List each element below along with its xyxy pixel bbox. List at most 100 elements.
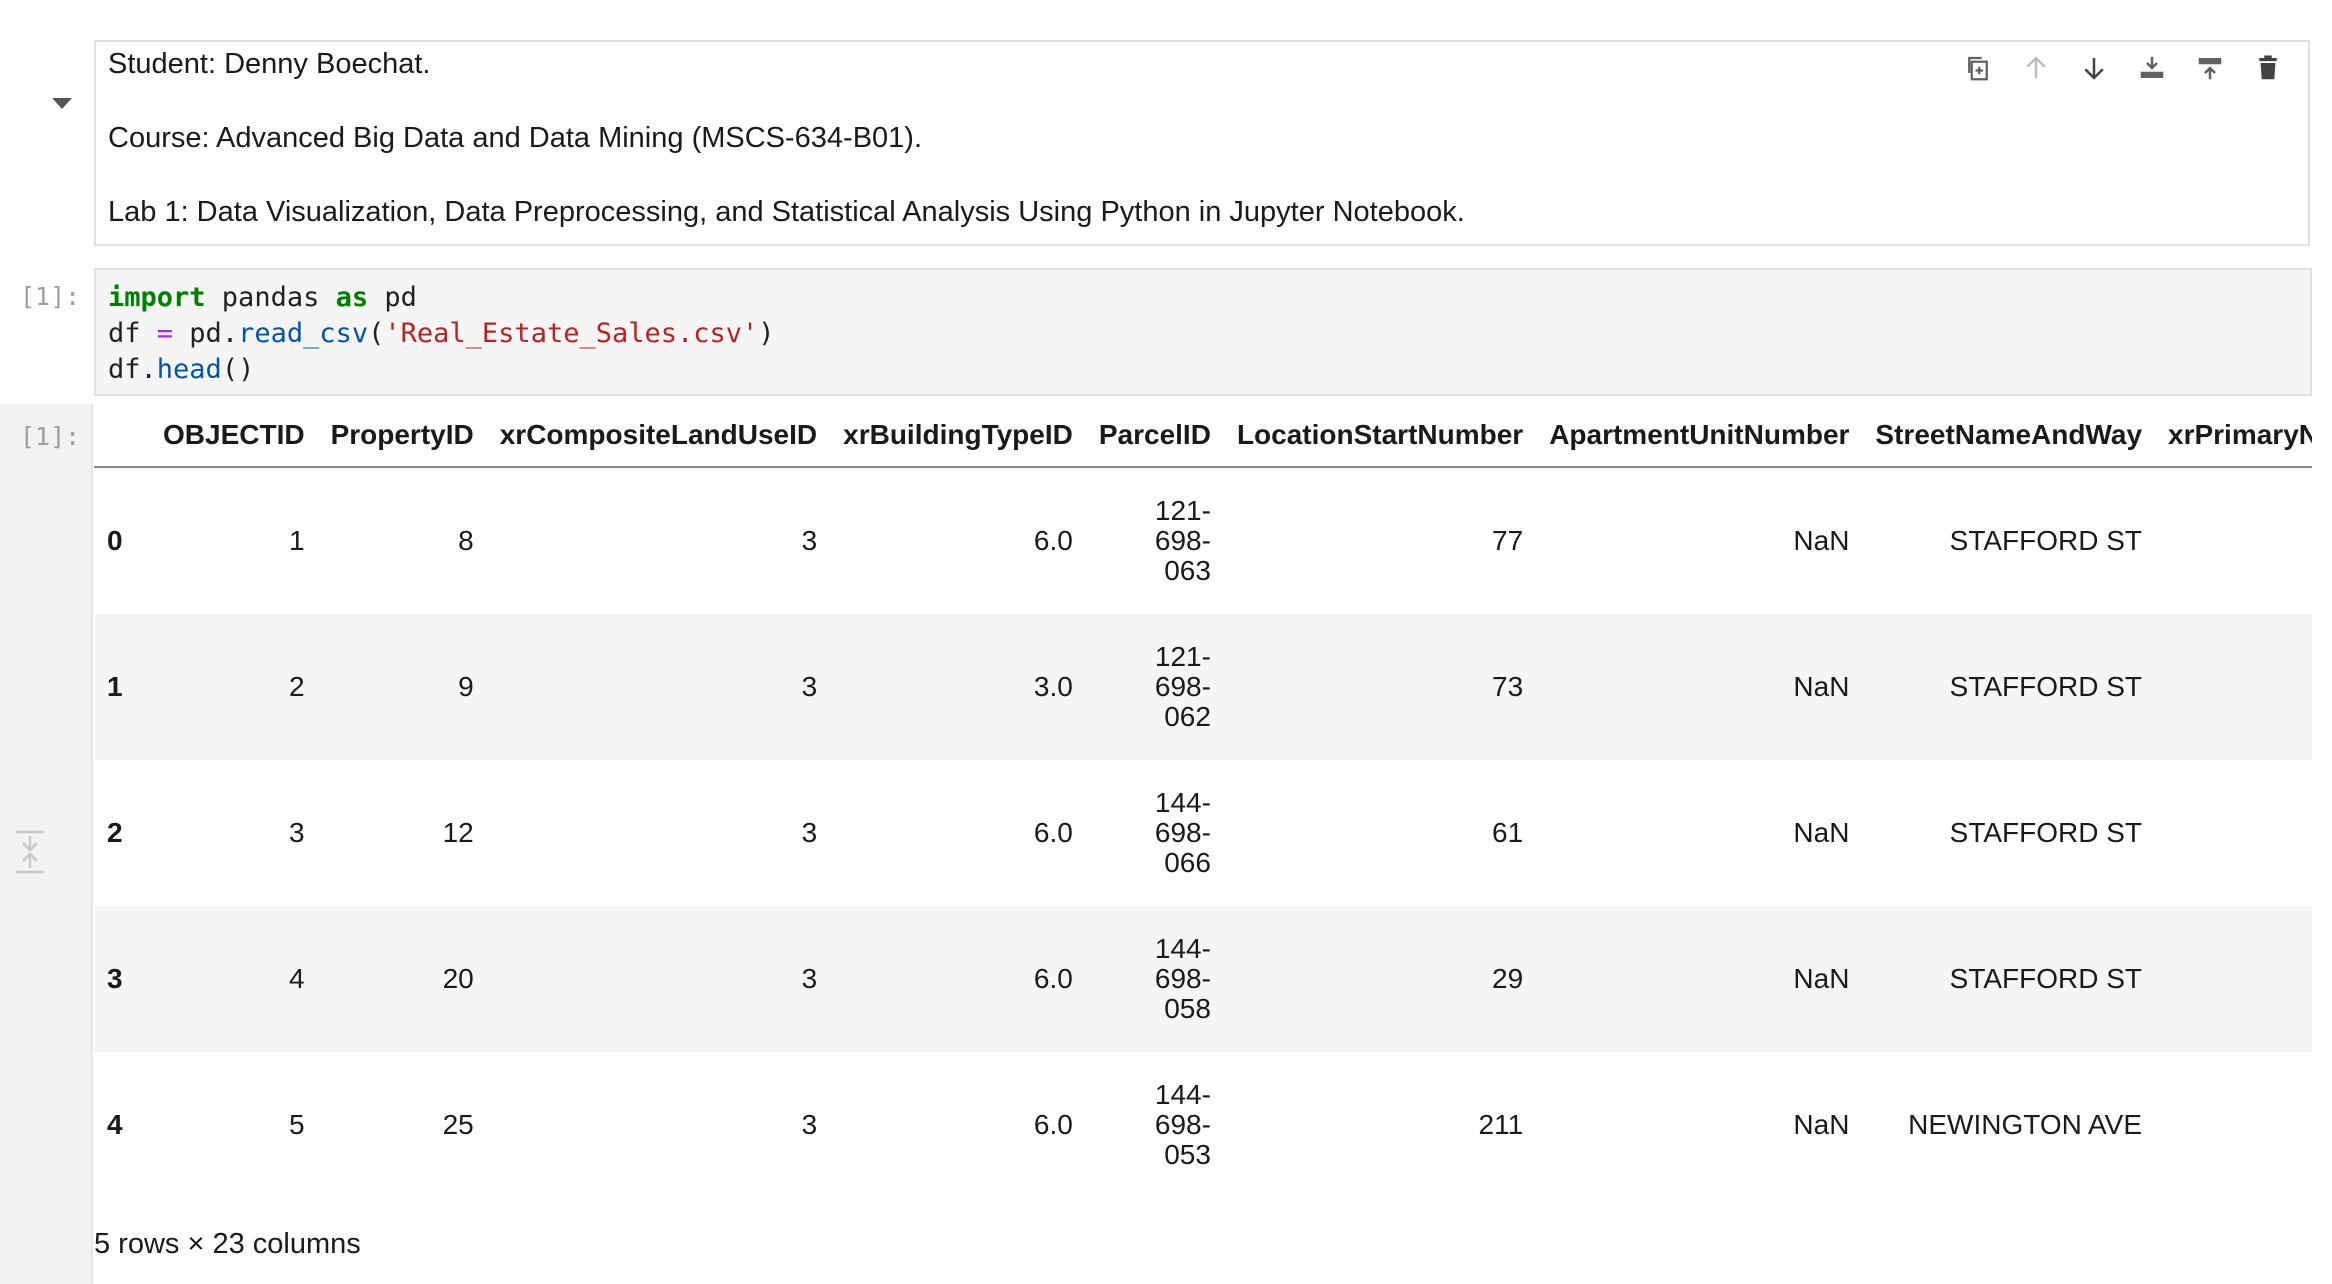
code-line-3[interactable]: df.head() xyxy=(108,352,254,388)
move-up-icon xyxy=(2026,56,2046,78)
keyword-as: as xyxy=(335,282,369,313)
table-cell: 5 xyxy=(289,1109,305,1140)
df-reference: df. xyxy=(108,354,157,385)
table-cell xyxy=(2155,760,2312,906)
close-paren: ) xyxy=(758,318,775,349)
table-cell: 73 xyxy=(1492,671,1524,702)
column-header: PropertyID xyxy=(317,404,487,468)
code-cell[interactable]: import pandas as pd df = pd.read_csv('Re… xyxy=(94,268,2312,396)
table-cell-parcel: 144- 698- 058 xyxy=(1086,906,1224,1052)
row-index: 4 xyxy=(107,1109,123,1140)
dataframe-shape-summary: 5 rows × 23 columns xyxy=(94,1228,361,1260)
table-cell xyxy=(2155,467,2312,614)
parcel-part: 121- xyxy=(1154,495,1211,526)
table-cell: NaN xyxy=(1793,525,1850,556)
keyword-import: import xyxy=(108,282,206,313)
table-cell: 9 xyxy=(458,671,474,702)
parcel-part: 053 xyxy=(1164,1139,1211,1170)
column-header: OBJECTID xyxy=(150,404,318,468)
table-cell xyxy=(2155,906,2312,1052)
table-cell: 6.0 xyxy=(1033,525,1073,556)
table-cell: STAFFORD ST xyxy=(1949,525,2143,556)
move-down-icon xyxy=(2084,58,2104,80)
insert-above-icon xyxy=(2198,58,2222,80)
course-line: Course: Advanced Big Data and Data Minin… xyxy=(108,122,923,154)
parcel-part: 063 xyxy=(1164,555,1211,586)
table-cell: 61 xyxy=(1492,817,1524,848)
table-cell: 211 xyxy=(1478,1109,1524,1140)
table-row: 3 4 20 3 6.0 144- 698- 058 29 NaN STAFFORD… xyxy=(94,906,2312,1052)
table-cell: 6.0 xyxy=(1033,963,1073,994)
column-header: LocationStartNumber xyxy=(1223,404,1537,468)
duplicate-icon xyxy=(1968,56,1988,81)
parcel-part: 144- xyxy=(1154,933,1211,964)
row-index: 1 xyxy=(107,671,123,702)
insert-above-button[interactable] xyxy=(2192,50,2228,86)
parcel-part: 144- xyxy=(1154,787,1211,818)
row-index: 2 xyxy=(107,817,123,848)
table-cell: 25 xyxy=(442,1109,474,1140)
table-cell: 8 xyxy=(458,525,474,556)
parcel-part: 062 xyxy=(1164,701,1211,732)
expand-output-icon[interactable] xyxy=(14,830,46,874)
parcel-part: 698- xyxy=(1154,671,1211,702)
table-row: 0 1 8 3 6.0 121- 698- 063 77 NaN STAFFORD … xyxy=(94,467,2312,614)
column-header: StreetNameAndWay xyxy=(1862,404,2156,468)
table-cell: 29 xyxy=(1492,963,1524,994)
table-cell: 3 xyxy=(801,671,818,702)
table-cell: 3 xyxy=(289,817,305,848)
table-cell: 12 xyxy=(442,817,474,848)
table-cell: 6.0 xyxy=(1033,817,1073,848)
table-cell: 3.0 xyxy=(1033,671,1073,702)
csv-filename-string: 'Real_Estate_Sales.csv' xyxy=(384,318,759,349)
table-cell: 4 xyxy=(289,963,305,994)
module-name: pandas xyxy=(205,282,336,313)
parcel-part: 066 xyxy=(1164,847,1211,878)
column-header: xrBuildingTypeID xyxy=(830,404,1086,468)
table-header-row: OBJECTID PropertyID xrCompositeLandUseID… xyxy=(94,404,2312,468)
parcel-part: 698- xyxy=(1154,963,1211,994)
insert-below-button[interactable] xyxy=(2134,50,2170,86)
row-index: 0 xyxy=(107,525,123,556)
table-cell: NaN xyxy=(1793,963,1850,994)
move-down-button[interactable] xyxy=(2076,50,2112,86)
code-line-1[interactable]: import pandas as pd xyxy=(108,280,417,316)
output-area[interactable]: OBJECTID PropertyID xrCompositeLandUseID… xyxy=(94,404,2312,1204)
row-index: 3 xyxy=(107,963,123,994)
column-header: xrPrimaryNeigh xyxy=(2155,404,2312,468)
table-cell: STAFFORD ST xyxy=(1949,671,2143,702)
collapse-cell-icon[interactable] xyxy=(52,98,72,109)
open-paren: ( xyxy=(368,318,385,349)
table-row: 4 5 25 3 6.0 144- 698- 053 211 NaN NEWINGT… xyxy=(94,1052,2312,1198)
table-cell-parcel: 144- 698- 053 xyxy=(1086,1052,1224,1198)
table-cell: NaN xyxy=(1793,1109,1850,1140)
table-cell: 3 xyxy=(801,525,818,556)
column-header: ApartmentUnitNumber xyxy=(1536,404,1863,468)
delete-icon xyxy=(2259,55,2277,80)
parcel-part: 698- xyxy=(1154,525,1211,556)
call-parens: () xyxy=(221,354,255,385)
parcel-part: 121- xyxy=(1154,641,1211,672)
table-cell: NaN xyxy=(1793,817,1850,848)
table-cell xyxy=(2155,614,2312,760)
code-line-2[interactable]: df = pd.read_csv('Real_Estate_Sales.csv'… xyxy=(108,316,775,352)
table-cell-parcel: 121- 698- 063 xyxy=(1086,467,1224,614)
table-cell: NaN xyxy=(1793,671,1850,702)
insert-below-icon xyxy=(2140,56,2164,78)
delete-cell-button[interactable] xyxy=(2250,50,2286,86)
move-up-button[interactable] xyxy=(2018,50,2054,86)
table-cell-parcel: 144- 698- 066 xyxy=(1086,760,1224,906)
table-row: 1 2 9 3 3.0 121- 698- 062 73 NaN STAFFORD … xyxy=(94,614,2312,760)
input-prompt: [1]: xyxy=(20,282,81,311)
duplicate-cell-button[interactable] xyxy=(1960,50,1996,86)
table-cell: 3 xyxy=(801,1109,818,1140)
table-cell: 1 xyxy=(289,525,305,556)
pd-reference: pd. xyxy=(173,318,239,349)
lab-line: Lab 1: Data Visualization, Data Preproce… xyxy=(108,196,1465,228)
dataframe-table: OBJECTID PropertyID xrCompositeLandUseID… xyxy=(94,404,2312,1198)
student-line: Student: Denny Boechat. xyxy=(108,48,431,80)
column-header-index xyxy=(94,404,150,468)
table-cell: 3 xyxy=(801,963,818,994)
parcel-part: 058 xyxy=(1164,993,1211,1024)
table-cell: 6.0 xyxy=(1033,1109,1073,1140)
